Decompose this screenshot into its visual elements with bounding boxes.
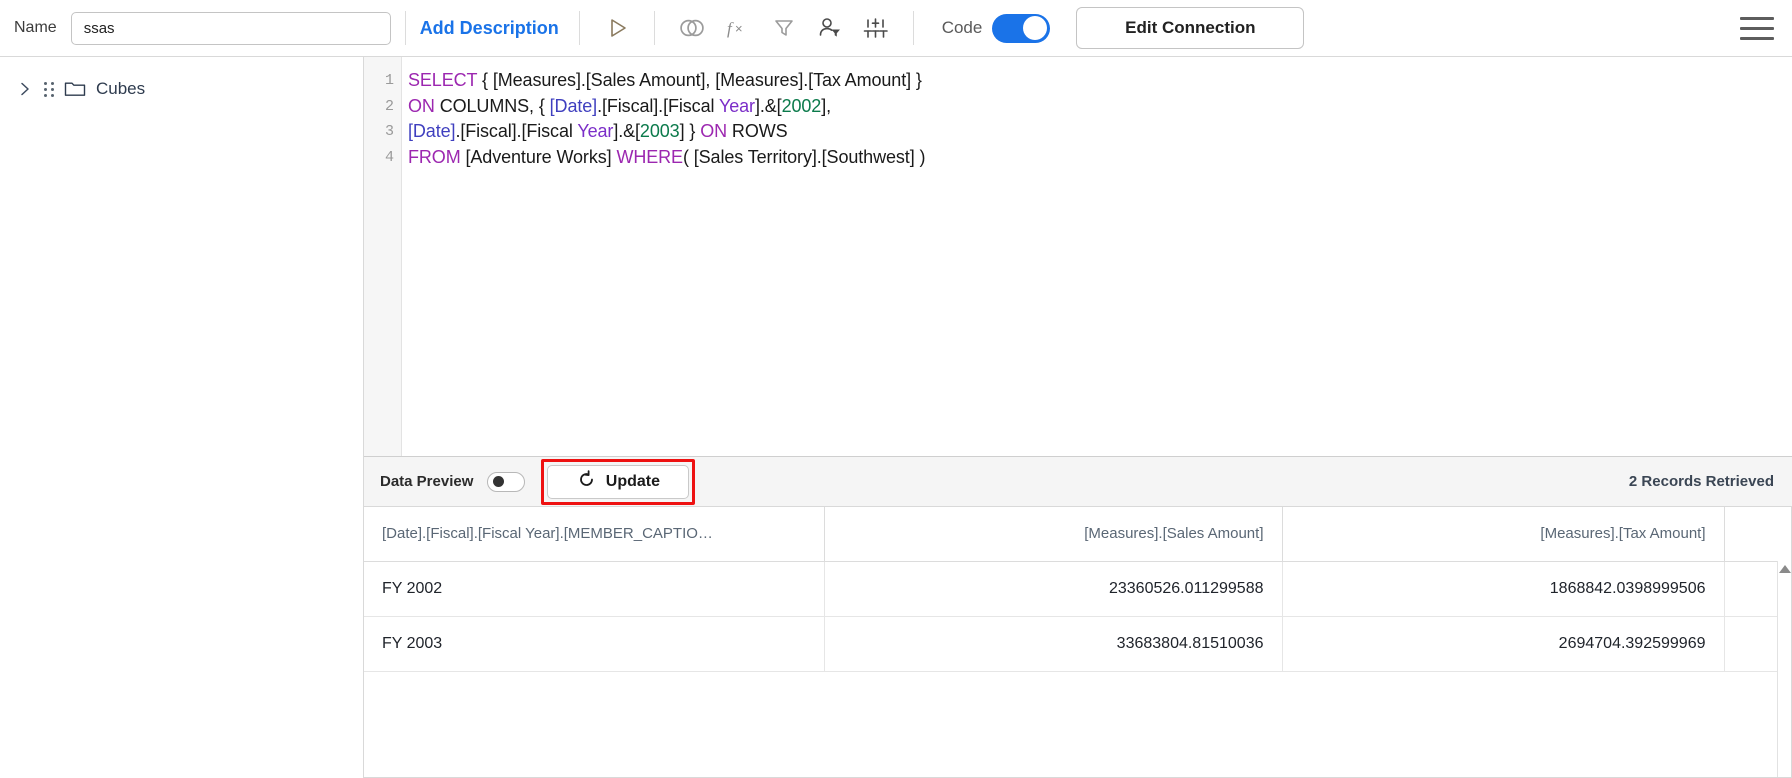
code-token: ].&[ [754,95,782,116]
toolbar-divider-2 [578,11,580,45]
code-token: Year [577,121,614,141]
toolbar-divider-3 [653,11,655,45]
sidebar-item-cubes[interactable]: Cubes [0,73,363,105]
update-button[interactable]: Update [547,464,690,499]
table-cell: 2694704.392599969 [1282,616,1725,672]
code-token: Year [718,95,755,116]
code-token: [Date] [549,95,598,116]
hamburger-menu-icon[interactable] [1740,13,1778,43]
editor-code-line[interactable]: FROM [Adventure Works] WHERE( [Sales Ter… [408,145,1792,171]
drag-handle-icon[interactable] [42,79,56,99]
code-token: [Adventure Works] [460,146,617,167]
table-body: FY 2002 23360526.011299588 1868842.0398999… [364,561,1792,672]
table-header-row: [Date].[Fiscal].[Fiscal Year].[MEMBER_CA… [364,507,1792,562]
update-button-label: Update [605,472,660,490]
editor-code-line[interactable]: [Date].[Fiscal].[Fiscal Year].&[2003] } … [408,119,1792,145]
code-token: .[Fiscal].[Fiscal [597,95,719,116]
toolbar-divider-4 [912,11,914,45]
data-preview-label: Data Preview [380,473,474,490]
svg-text:f: f [727,19,734,38]
add-description-link[interactable]: Add Description [420,18,559,39]
editor-code-line[interactable]: ON COLUMNS, { [Date].[Fiscal].[Fiscal Ye… [408,94,1792,120]
update-button-highlight: Update [541,458,696,505]
table-cell: 33683804.81510036 [824,616,1283,672]
records-retrieved-status: 2 Records Retrieved [1628,473,1774,490]
editor-line-number: 1 [384,72,394,89]
code-token: 2002 [781,95,822,116]
code-token: SELECT [408,70,478,90]
table-row[interactable]: FY 2002 23360526.011299588 1868842.0398999… [364,561,1792,617]
editor-line-number: 4 [384,148,394,166]
person-filter-icon[interactable] [807,8,853,48]
settings-sliders-icon[interactable] [853,8,899,48]
code-token: { [Measures].[Sales Amount], [Measures].… [477,70,922,90]
code-token: WHERE [616,146,683,167]
chevron-right-icon[interactable] [14,78,36,100]
code-token: ] } [679,121,701,141]
code-token: FROM [408,146,461,167]
join-icon[interactable] [669,8,715,48]
data-preview-toggle-knob [493,476,505,487]
scroll-up-arrow-icon[interactable] [1779,565,1791,573]
table-cell: 1868842.0398999506 [1282,561,1725,617]
editor-line-number: 3 [384,123,394,140]
code-token: 2003 [639,121,680,141]
code-token: ROWS [727,121,788,141]
name-label: Name [14,19,57,36]
top-toolbar: Name Add Description f × [0,0,1792,57]
sidebar-tree: Cubes [0,57,364,778]
code-token: [Date] [408,121,456,141]
code-token: COLUMNS, { [434,95,550,116]
sidebar-item-label: Cubes [96,79,146,98]
column-header-filler [1724,507,1792,562]
edit-connection-button[interactable]: Edit Connection [1076,7,1305,49]
app-root: Name Add Description f × [0,0,1792,778]
name-input[interactable] [70,11,391,45]
svg-text:×: × [735,21,743,36]
column-header-fiscal-year[interactable]: [Date].[Fiscal].[Fiscal Year].[MEMBER_CA… [364,507,825,562]
folder-icon [64,79,86,99]
editor-line-number: 2 [384,97,394,115]
run-icon[interactable] [594,8,640,48]
toolbar-divider-1 [404,11,406,45]
column-header-sales-amount[interactable]: [Measures].[Sales Amount] [824,507,1283,562]
data-preview-toggle[interactable] [487,471,526,492]
editor-line-numbers: 1 2 3 4 [364,57,402,456]
vertical-scrollbar[interactable] [1777,561,1792,778]
table-cell: 23360526.011299588 [824,561,1283,617]
filter-icon[interactable] [761,8,807,48]
editor-code-line[interactable]: SELECT { [Measures].[Sales Amount], [Mea… [408,68,1792,94]
table-cell: FY 2003 [364,616,825,672]
refresh-icon [577,469,596,494]
code-toggle[interactable] [992,13,1051,43]
editor-code-area[interactable]: SELECT { [Measures].[Sales Amount], [Mea… [402,57,1792,456]
code-token: ].&[ [613,121,640,141]
table-row[interactable]: FY 2003 33683804.81510036 2694704.39259996… [364,616,1792,672]
code-token: ON [408,95,435,116]
results-table-container: [Date].[Fiscal].[Fiscal Year].[MEMBER_CA… [364,507,1792,778]
code-toggle-knob [1023,16,1048,40]
code-token: ( [Sales Territory].[Southwest] ) [682,146,926,167]
workspace: Cubes 1 2 3 4 SELECT { [Measures].[Sales Am… [0,57,1792,778]
column-header-tax-amount[interactable]: [Measures].[Tax Amount] [1282,507,1725,562]
code-token: ], [821,95,832,116]
code-label: Code [941,18,983,37]
data-preview-bar: Data Preview Update 2 Records Retrieved [364,457,1792,507]
code-editor[interactable]: 1 2 3 4 SELECT { [Measures].[Sales Amount],… [364,57,1792,457]
formula-fx-icon[interactable]: f × [715,8,761,48]
code-token: .[Fiscal].[Fiscal [455,121,578,141]
results-table: [Date].[Fiscal].[Fiscal Year].[MEMBER_CA… [364,507,1792,672]
code-token: ON [700,121,728,141]
table-cell: FY 2002 [364,561,825,617]
main-panel: 1 2 3 4 SELECT { [Measures].[Sales Amount],… [364,57,1792,778]
